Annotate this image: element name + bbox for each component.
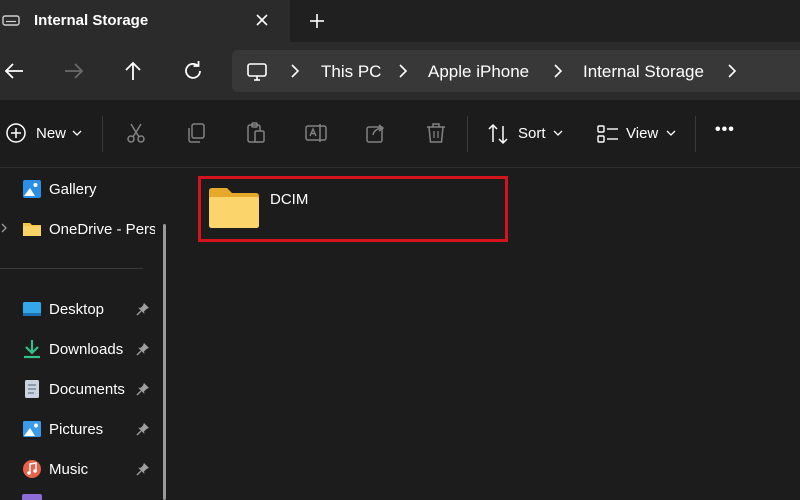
view-label: View <box>626 125 659 142</box>
pictures-icon <box>23 421 41 437</box>
chevron-right-icon[interactable] <box>0 223 8 233</box>
more-options-button[interactable]: ••• <box>715 121 735 139</box>
pin-icon[interactable] <box>136 422 150 436</box>
breadcrumb-internal-storage[interactable]: Internal Storage <box>583 62 704 82</box>
sidebar-item-label: Gallery <box>49 181 97 198</box>
plus-circle-icon <box>6 123 26 143</box>
chevron-right-icon[interactable] <box>725 63 739 79</box>
back-arrow-icon[interactable] <box>2 58 28 84</box>
forward-arrow-icon[interactable] <box>60 58 86 84</box>
sidebar-item-documents[interactable]: Documents <box>0 370 160 406</box>
drive-icon <box>2 15 20 26</box>
sort-label: Sort <box>518 125 546 142</box>
rename-icon[interactable] <box>304 121 328 145</box>
chevron-right-icon[interactable] <box>288 63 302 79</box>
this-pc-icon <box>247 63 267 81</box>
music-icon <box>23 460 41 478</box>
view-button[interactable]: View <box>596 121 680 147</box>
sidebar-item-onedrive[interactable]: OneDrive - Personal <box>0 210 160 246</box>
new-tab-button[interactable] <box>306 10 328 32</box>
copy-icon[interactable] <box>184 121 208 145</box>
divider <box>467 116 468 152</box>
folder-item-dcim[interactable]: DCIM <box>198 176 508 242</box>
tab-strip: Internal Storage <box>0 0 800 42</box>
folder-icon <box>209 188 259 228</box>
folder-name: DCIM <box>270 191 309 208</box>
command-bar: New Sort View ••• <box>0 100 800 168</box>
documents-icon <box>25 380 39 398</box>
chevron-down-icon <box>553 130 563 136</box>
divider <box>0 268 143 269</box>
download-icon <box>24 340 40 359</box>
sidebar-item-label: OneDrive - Personal <box>49 221 155 238</box>
breadcrumb-apple-iphone[interactable]: Apple iPhone <box>428 62 529 82</box>
up-arrow-icon[interactable] <box>120 58 146 84</box>
sidebar-item-gallery[interactable]: Gallery <box>0 170 160 206</box>
sidebar-item-music[interactable]: Music <box>0 450 160 486</box>
file-list: DCIM <box>180 168 800 500</box>
sort-button[interactable]: Sort <box>486 121 566 147</box>
chevron-right-icon[interactable] <box>551 63 565 79</box>
pin-icon[interactable] <box>136 462 150 476</box>
tab-internal-storage[interactable]: Internal Storage <box>0 0 290 42</box>
divider <box>695 116 696 152</box>
sidebar-item-downloads[interactable]: Downloads <box>0 330 160 366</box>
gallery-icon <box>23 180 41 198</box>
chevron-down-icon <box>666 130 676 136</box>
navigation-pane: Gallery OneDrive - Personal Desktop Down <box>0 168 180 500</box>
desktop-icon <box>23 302 41 316</box>
share-icon[interactable] <box>364 121 388 145</box>
refresh-icon[interactable] <box>180 58 206 84</box>
sidebar-item-pictures[interactable]: Pictures <box>0 410 160 446</box>
breadcrumb-this-pc[interactable]: This PC <box>321 62 381 82</box>
divider <box>102 116 103 152</box>
tab-title: Internal Storage <box>34 12 149 29</box>
view-list-icon <box>597 125 618 143</box>
navigation-bar: This PC Apple iPhone Internal Storage <box>0 42 800 100</box>
chevron-right-icon[interactable] <box>396 63 410 79</box>
delete-icon[interactable] <box>424 121 448 145</box>
new-label: New <box>36 125 67 142</box>
partial-sidebar-icon <box>22 494 42 500</box>
sort-arrows-icon <box>488 123 508 145</box>
address-bar[interactable]: This PC Apple iPhone Internal Storage <box>232 50 800 92</box>
folder-icon <box>23 223 41 236</box>
chevron-down-icon <box>72 130 82 136</box>
scrollbar[interactable] <box>163 224 166 500</box>
sidebar-item-desktop[interactable]: Desktop <box>0 290 160 326</box>
close-icon[interactable] <box>252 10 272 30</box>
pin-icon[interactable] <box>136 382 150 396</box>
pin-icon[interactable] <box>136 342 150 356</box>
pin-icon[interactable] <box>136 302 150 316</box>
paste-icon[interactable] <box>244 121 268 145</box>
cut-icon[interactable] <box>124 121 148 145</box>
